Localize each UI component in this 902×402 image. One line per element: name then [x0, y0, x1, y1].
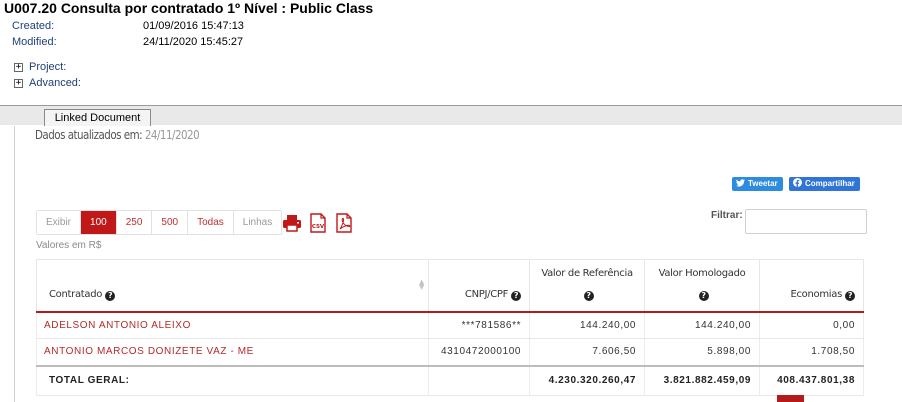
advanced-label: Advanced:	[29, 77, 81, 89]
table-row: ANTONIO MARCOS DONIZETE VAZ - ME 4310472…	[35, 338, 864, 366]
twitter-bird-icon	[736, 177, 745, 191]
project-expander[interactable]: + Project:	[14, 61, 66, 73]
rows-per-page-group: Exibir 100 250 500 Todas Linhas	[36, 210, 283, 235]
help-icon[interactable]: ?	[105, 290, 116, 301]
tweet-label: Tweetar	[748, 179, 778, 188]
currency-note: Valores em R$	[36, 240, 102, 251]
column-header-economias[interactable]: Economias?	[759, 259, 864, 312]
homologado-cell: 5.898,00	[644, 338, 761, 366]
length-label-linhas: Linhas	[233, 211, 282, 234]
created-label: Created:	[12, 20, 55, 32]
filter-label: Filtrar:	[711, 210, 743, 221]
total-row: TOTAL GERAL: 4.230.320.260,47 3.821.882.…	[35, 364, 864, 396]
length-option-todas[interactable]: Todas	[188, 211, 234, 234]
homologado-cell: 144.240,00	[644, 311, 761, 339]
total-homologado: 3.821.882.459,09	[644, 364, 761, 396]
column-header-cnpj[interactable]: CNPJ/CPF?	[428, 259, 531, 312]
data-updated-text: Dados atualizados em: 24/11/2020	[35, 128, 200, 142]
page-title: U007.20 Consulta por contratado 1º Nível…	[4, 0, 374, 16]
pagination-current-page[interactable]	[777, 395, 804, 402]
csv-icon[interactable]: CSV	[308, 213, 328, 233]
total-referencia: 4.230.320.260,47	[529, 364, 646, 396]
contratado-link[interactable]: ANTONIO MARCOS DONIZETE VAZ - ME	[35, 338, 430, 366]
cnpj-cell: ***781586**	[428, 311, 531, 339]
length-option-100[interactable]: 100	[81, 211, 117, 234]
economias-cell: 1.708,50	[759, 338, 864, 366]
created-value: 01/09/2016 15:47:13	[143, 20, 244, 32]
total-empty-cell	[428, 364, 531, 396]
column-header-valor-referencia[interactable]: Valor de Referência ?	[529, 259, 646, 312]
referencia-cell: 144.240,00	[529, 311, 646, 339]
advanced-expander[interactable]: + Advanced:	[14, 77, 81, 89]
updated-prefix: Dados atualizados em:	[35, 128, 143, 142]
help-icon[interactable]: ?	[511, 290, 522, 301]
help-icon[interactable]: ?	[583, 290, 594, 301]
table-row: ADELSON ANTONIO ALEIXO ***781586** 144.2…	[35, 311, 864, 339]
length-option-250[interactable]: 250	[116, 211, 153, 234]
column-label: Valor de Referência	[541, 268, 633, 279]
modified-label: Modified:	[12, 36, 57, 48]
share-label: Compartilhar	[805, 179, 855, 188]
column-label: Contratado	[49, 288, 103, 300]
expand-plus-icon[interactable]: +	[14, 78, 23, 88]
economias-cell: 0,00	[759, 311, 864, 339]
sort-icon: ▲ ▼	[419, 278, 425, 291]
length-label-exibir: Exibir	[37, 211, 82, 234]
updated-date: 24/11/2020	[144, 128, 200, 142]
total-economias: 408.437.801,38	[759, 364, 864, 396]
column-label: Economias	[790, 288, 842, 300]
svg-text:CSV: CSV	[312, 224, 325, 230]
share-button[interactable]: Compartilhar	[789, 177, 860, 191]
column-label: Valor Homologado	[658, 268, 746, 279]
tab-linked-document[interactable]: Linked Document	[44, 109, 151, 126]
modified-value: 24/11/2020 15:45:27	[143, 36, 244, 48]
column-label: CNPJ/CPF	[464, 288, 509, 300]
filter-input[interactable]	[745, 209, 867, 234]
expand-plus-icon[interactable]: +	[14, 62, 23, 72]
contractors-table: Contratado? ▲ ▼ CNPJ/CPF? Valor de Referê…	[35, 259, 864, 396]
column-header-valor-homologado[interactable]: Valor Homologado ?	[644, 259, 761, 312]
referencia-cell: 7.606,50	[529, 338, 646, 366]
cnpj-cell: 4310472000100	[428, 338, 531, 366]
pdf-icon[interactable]	[334, 213, 354, 233]
total-label: TOTAL GERAL:	[35, 364, 430, 396]
tweet-button[interactable]: Tweetar	[732, 177, 783, 191]
contratado-link[interactable]: ADELSON ANTONIO ALEIXO	[35, 311, 430, 339]
help-icon[interactable]: ?	[698, 290, 709, 301]
project-label: Project:	[29, 61, 67, 73]
column-header-contratado[interactable]: Contratado? ▲ ▼	[35, 259, 430, 312]
length-option-500[interactable]: 500	[152, 211, 189, 234]
help-icon[interactable]: ?	[845, 290, 855, 301]
print-icon[interactable]	[282, 213, 302, 233]
facebook-icon	[793, 177, 802, 191]
